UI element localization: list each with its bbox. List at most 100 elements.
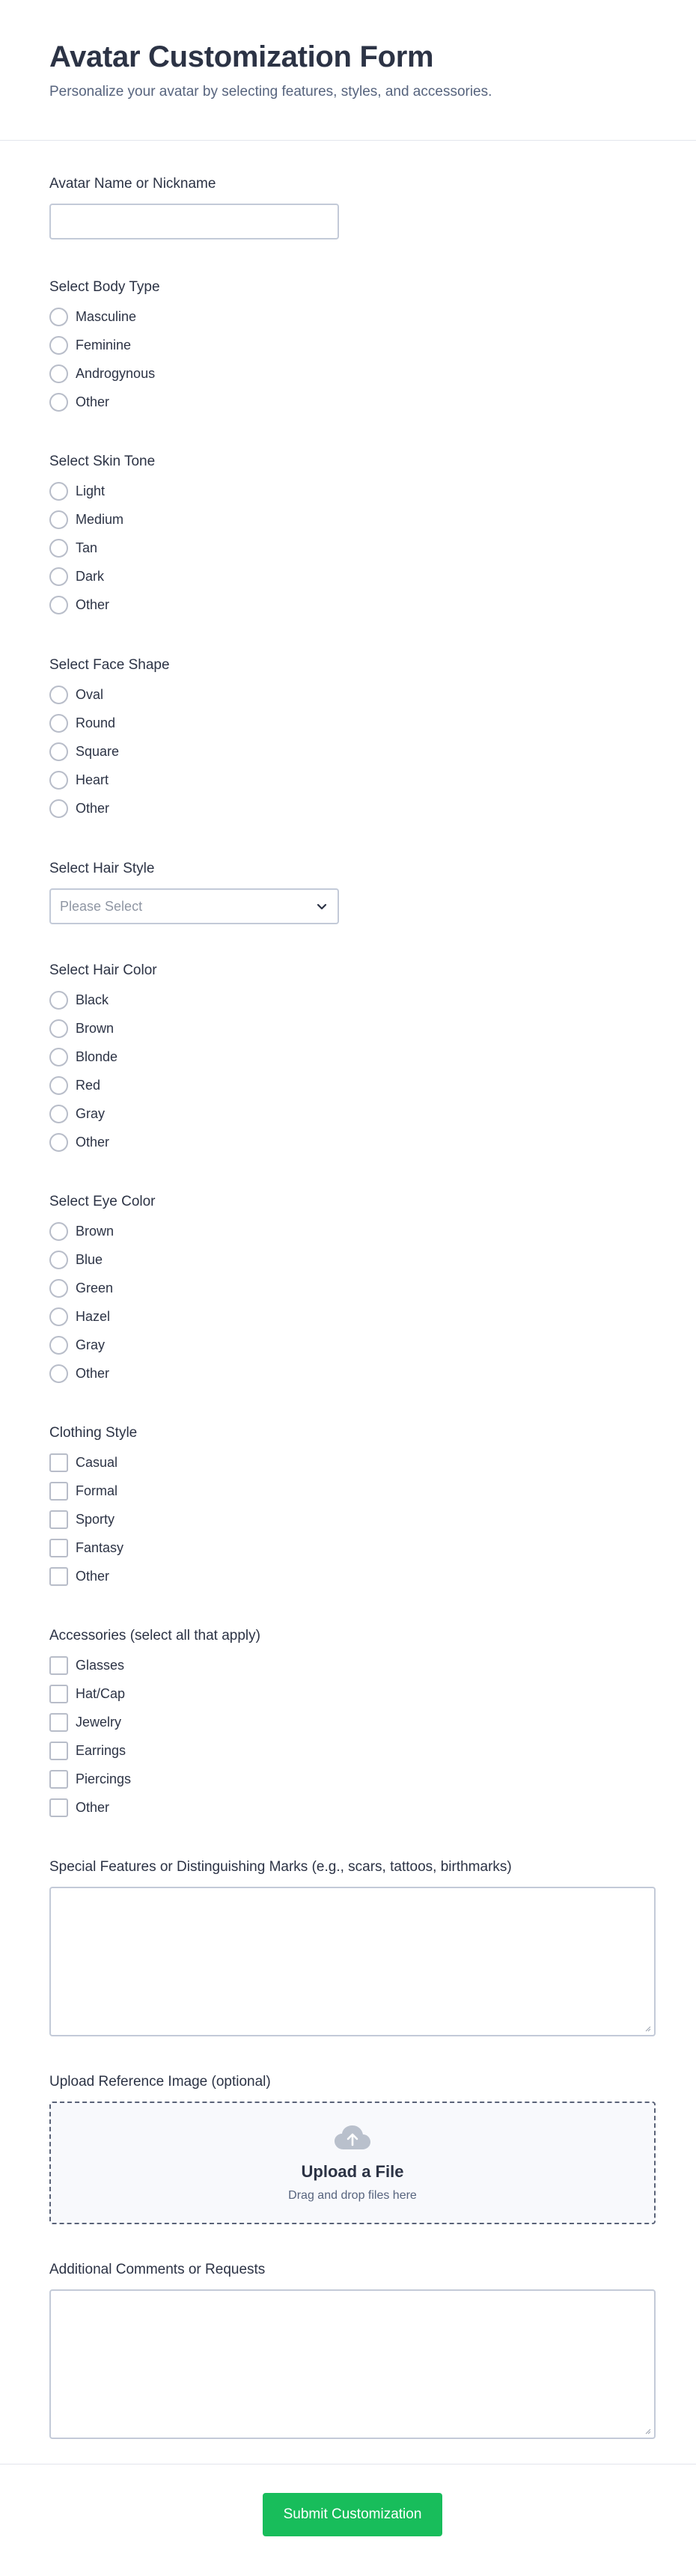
clothing-style-options: Casual Formal Sporty Fantasy Other: [49, 1448, 137, 1590]
hair-color-option-gray[interactable]: Gray: [49, 1099, 157, 1128]
comments-textarea[interactable]: [49, 2289, 656, 2439]
radio-button[interactable]: [49, 1307, 68, 1326]
radio-button[interactable]: [49, 1364, 68, 1383]
clothing-option-sporty[interactable]: Sporty: [49, 1505, 137, 1533]
accessories-field: Accessories (select all that apply) Glas…: [49, 1627, 260, 1822]
chevron-down-icon: [315, 900, 329, 913]
checkbox[interactable]: [49, 1741, 68, 1760]
eye-color-option-other[interactable]: Other: [49, 1359, 156, 1388]
checkbox[interactable]: [49, 1798, 68, 1817]
hair-color-option-brown[interactable]: Brown: [49, 1014, 157, 1043]
hair-color-option-other[interactable]: Other: [49, 1128, 157, 1156]
checkbox[interactable]: [49, 1481, 68, 1501]
eye-color-option-hazel[interactable]: Hazel: [49, 1302, 156, 1331]
form-subtitle: Personalize your avatar by selecting fea…: [49, 84, 492, 100]
radio-button[interactable]: [49, 742, 68, 761]
hair-style-select[interactable]: Please Select: [49, 888, 339, 924]
accessory-option-hat-cap[interactable]: Hat/Cap: [49, 1679, 260, 1708]
checkbox[interactable]: [49, 1712, 68, 1732]
special-features-label: Special Features or Distinguishing Marks…: [49, 1859, 512, 1875]
accessory-option-earrings[interactable]: Earrings: [49, 1736, 260, 1765]
submit-button[interactable]: Submit Customization: [263, 2493, 442, 2536]
radio-button[interactable]: [49, 538, 68, 558]
radio-button[interactable]: [49, 990, 68, 1010]
radio-button[interactable]: [49, 713, 68, 733]
body-type-option-feminine[interactable]: Feminine: [49, 331, 160, 359]
body-type-option-androgynous[interactable]: Androgynous: [49, 359, 160, 388]
eye-color-label: Select Eye Color: [49, 1194, 156, 1209]
accessory-option-other[interactable]: Other: [49, 1793, 260, 1822]
face-shape-field: Select Face Shape Oval Round Square Hear…: [49, 656, 170, 822]
radio-button[interactable]: [49, 1278, 68, 1298]
radio-button[interactable]: [49, 1047, 68, 1066]
radio-button[interactable]: [49, 510, 68, 529]
resize-grip-icon[interactable]: [644, 2024, 651, 2032]
eye-color-option-green[interactable]: Green: [49, 1274, 156, 1302]
face-shape-option-other[interactable]: Other: [49, 794, 170, 822]
skin-tone-option-dark[interactable]: Dark: [49, 562, 155, 590]
radio-button[interactable]: [49, 392, 68, 412]
radio-button[interactable]: [49, 1132, 68, 1152]
avatar-name-input[interactable]: [49, 204, 339, 239]
radio-button[interactable]: [49, 1221, 68, 1241]
checkbox[interactable]: [49, 1510, 68, 1529]
face-shape-option-square[interactable]: Square: [49, 737, 170, 766]
radio-button[interactable]: [49, 1335, 68, 1355]
radio-button[interactable]: [49, 335, 68, 355]
radio-button[interactable]: [49, 364, 68, 383]
radio-button[interactable]: [49, 1075, 68, 1095]
skin-tone-option-other[interactable]: Other: [49, 590, 155, 619]
radio-button[interactable]: [49, 799, 68, 818]
face-shape-option-oval[interactable]: Oval: [49, 680, 170, 709]
face-shape-options: Oval Round Square Heart Other: [49, 680, 170, 822]
skin-tone-option-medium[interactable]: Medium: [49, 505, 155, 534]
checkbox[interactable]: [49, 1655, 68, 1675]
checkbox[interactable]: [49, 1769, 68, 1789]
hair-color-field: Select Hair Color Black Brown Blonde Red…: [49, 962, 157, 1156]
radio-button[interactable]: [49, 1104, 68, 1123]
eye-color-field: Select Eye Color Brown Blue Green Hazel …: [49, 1193, 156, 1388]
accessory-option-piercings[interactable]: Piercings: [49, 1765, 260, 1793]
face-shape-option-round[interactable]: Round: [49, 709, 170, 737]
body-type-option-other[interactable]: Other: [49, 388, 160, 416]
body-type-options: Masculine Feminine Androgynous Other: [49, 302, 160, 416]
accessories-label: Accessories (select all that apply): [49, 1628, 260, 1643]
hair-color-option-blonde[interactable]: Blonde: [49, 1043, 157, 1071]
skin-tone-option-tan[interactable]: Tan: [49, 534, 155, 562]
radio-button[interactable]: [49, 1250, 68, 1269]
resize-grip-icon[interactable]: [644, 2427, 651, 2435]
radio-button[interactable]: [49, 595, 68, 614]
radio-button[interactable]: [49, 567, 68, 586]
comments-label: Additional Comments or Requests: [49, 2262, 266, 2277]
hair-color-option-black[interactable]: Black: [49, 986, 157, 1014]
clothing-option-formal[interactable]: Formal: [49, 1477, 137, 1505]
checkbox[interactable]: [49, 1566, 68, 1586]
special-features-textarea[interactable]: [49, 1887, 656, 2036]
file-upload-dropzone[interactable]: Upload a File Drag and drop files here: [49, 2102, 656, 2224]
hair-color-option-red[interactable]: Red: [49, 1071, 157, 1099]
face-shape-option-heart[interactable]: Heart: [49, 766, 170, 794]
eye-color-option-brown[interactable]: Brown: [49, 1217, 156, 1245]
avatar-name-field: Avatar Name or Nickname: [49, 175, 339, 239]
skin-tone-label: Select Skin Tone: [49, 454, 156, 469]
radio-button[interactable]: [49, 481, 68, 501]
accessory-option-glasses[interactable]: Glasses: [49, 1651, 260, 1679]
radio-button[interactable]: [49, 1019, 68, 1038]
radio-button[interactable]: [49, 770, 68, 790]
checkbox[interactable]: [49, 1453, 68, 1472]
body-type-option-masculine[interactable]: Masculine: [49, 302, 160, 331]
eye-color-option-blue[interactable]: Blue: [49, 1245, 156, 1274]
checkbox[interactable]: [49, 1538, 68, 1557]
accessory-option-jewelry[interactable]: Jewelry: [49, 1708, 260, 1736]
clothing-option-other[interactable]: Other: [49, 1562, 137, 1590]
clothing-option-casual[interactable]: Casual: [49, 1448, 137, 1477]
radio-button[interactable]: [49, 685, 68, 704]
radio-button[interactable]: [49, 307, 68, 326]
hair-style-select-value: Please Select: [60, 898, 143, 914]
special-features-field: Special Features or Distinguishing Marks…: [49, 1858, 656, 2036]
checkbox[interactable]: [49, 1684, 68, 1703]
clothing-option-fantasy[interactable]: Fantasy: [49, 1533, 137, 1562]
skin-tone-option-light[interactable]: Light: [49, 477, 155, 505]
eye-color-option-gray[interactable]: Gray: [49, 1331, 156, 1359]
cloud-upload-icon: [333, 2124, 372, 2155]
